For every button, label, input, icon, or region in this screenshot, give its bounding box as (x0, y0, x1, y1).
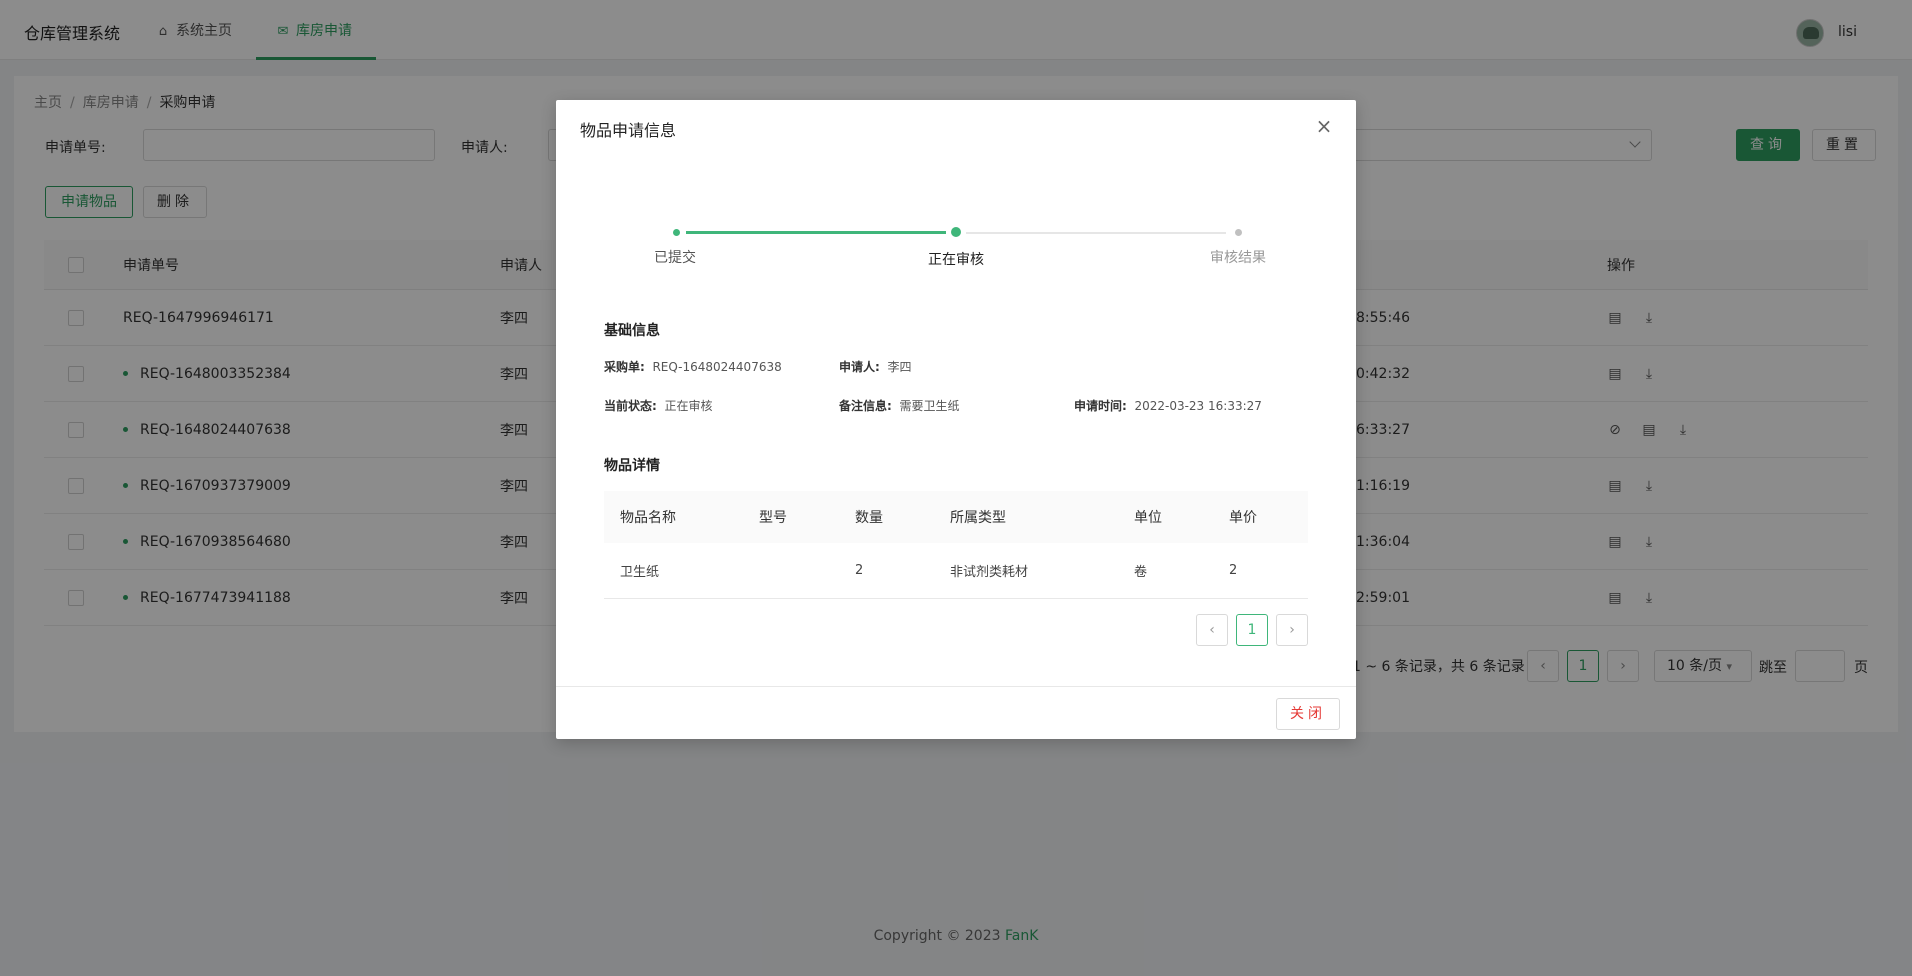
remark-value: 需要卫生纸 (899, 399, 960, 413)
basic-info-title: 基础信息 (604, 323, 660, 339)
applicant-value: 李四 (887, 360, 912, 374)
order-value: REQ-1648024407638 (652, 360, 782, 374)
item-unit: 卷 (1134, 565, 1148, 580)
item-detail-title: 物品详情 (604, 458, 660, 474)
step-label-result: 审核结果 (1210, 250, 1266, 266)
info-order: 采购单: REQ-1648024407638 (604, 360, 782, 374)
item-request-modal: 物品申请信息 × 已提交 正在审核 审核结果 基础信息 采购单: REQ-164… (556, 100, 1356, 739)
step-dot-submitted (673, 229, 680, 236)
item-price: 2 (1229, 563, 1238, 578)
modal-page-1-button[interactable]: 1 (1236, 614, 1268, 646)
step-label-submitted: 已提交 (654, 250, 696, 266)
item-table-header: 物品名称 型号 数量 所属类型 单位 单价 (604, 491, 1308, 543)
info-remark: 备注信息: 需要卫生纸 (839, 399, 960, 413)
item-quantity: 2 (855, 563, 864, 578)
step-dot-result (1235, 229, 1242, 236)
time-value: 2022-03-23 16:33:27 (1134, 399, 1262, 413)
step-dot-reviewing (951, 227, 961, 237)
modal-footer-divider (556, 686, 1356, 687)
table-row: 卫生纸 2 非试剂类耗材 卷 2 (604, 543, 1308, 599)
close-button[interactable]: 关闭 (1276, 698, 1340, 730)
col-item-name: 物品名称 (620, 510, 676, 526)
col-price: 单价 (1229, 510, 1257, 526)
col-model: 型号 (759, 510, 787, 526)
info-status: 当前状态: 正在审核 (604, 399, 713, 413)
modal-next-page-button[interactable]: › (1276, 614, 1308, 646)
item-category: 非试剂类耗材 (950, 565, 1029, 580)
col-unit: 单位 (1134, 510, 1162, 526)
progress-steps: 已提交 正在审核 审核结果 (556, 100, 1356, 280)
col-quantity: 数量 (855, 510, 883, 526)
info-applicant: 申请人: 李四 (839, 360, 912, 374)
info-time: 申请时间: 2022-03-23 16:33:27 (1074, 399, 1262, 413)
status-value: 正在审核 (664, 399, 713, 413)
step-label-reviewing: 正在审核 (928, 252, 984, 268)
step-line-pending (966, 232, 1226, 234)
col-category: 所属类型 (950, 510, 1006, 526)
item-name: 卫生纸 (620, 565, 660, 580)
modal-prev-page-button[interactable]: ‹ (1196, 614, 1228, 646)
step-line-done (686, 231, 946, 234)
